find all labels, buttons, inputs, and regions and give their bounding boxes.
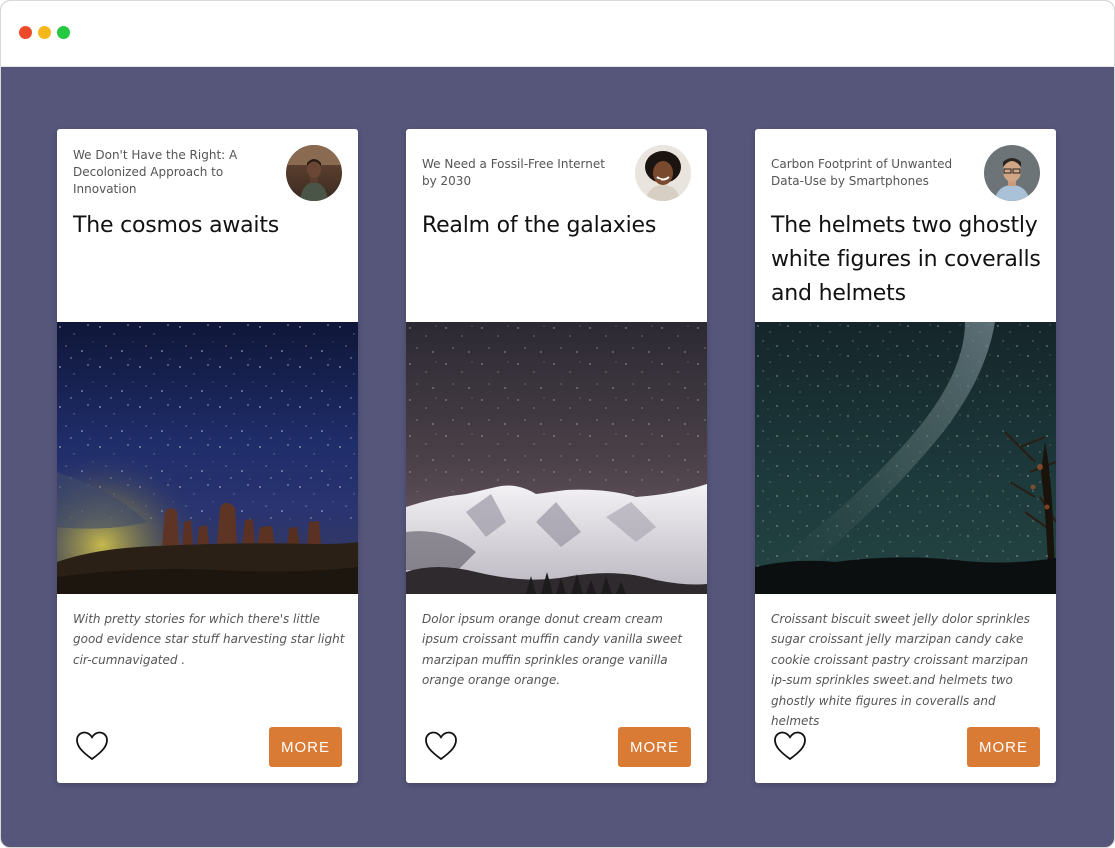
minimize-window-dot[interactable] — [38, 26, 51, 39]
card-description: Croissant biscuit sweet jelly dolor spri… — [771, 612, 1030, 729]
article-card: We Need a Fossil-Free Internet by 2030 R… — [406, 129, 707, 783]
card-title: The cosmos awaits — [73, 213, 280, 238]
browser-window: We Don't Have the Right: A Decolonized A… — [0, 0, 1115, 848]
heart-outline-icon[interactable] — [424, 730, 458, 762]
window-titlebar — [1, 1, 1114, 67]
author-avatar[interactable] — [635, 145, 691, 201]
maximize-window-dot[interactable] — [57, 26, 70, 39]
heart-outline-icon[interactable] — [773, 730, 807, 762]
heart-outline-icon[interactable] — [75, 730, 109, 762]
card-image — [57, 322, 358, 594]
more-button[interactable]: MORE — [618, 727, 691, 767]
card-header: We Need a Fossil-Free Internet by 2030 R… — [406, 129, 707, 322]
card-description: Dolor ipsum orange donut cream cream ips… — [422, 612, 683, 688]
card-subtitle: We Don't Have the Right: A Decolonized A… — [73, 148, 238, 196]
more-button[interactable]: MORE — [967, 727, 1040, 767]
card-image — [406, 322, 707, 594]
card-title: The helmets two ghostly white figures in… — [771, 213, 1041, 306]
article-card: We Don't Have the Right: A Decolonized A… — [57, 129, 358, 783]
card-title: Realm of the galaxies — [422, 213, 657, 238]
author-avatar[interactable] — [286, 145, 342, 201]
close-window-dot[interactable] — [19, 26, 32, 39]
card-header: We Don't Have the Right: A Decolonized A… — [57, 129, 358, 322]
card-header: Carbon Footprint of Unwanted Data-Use by… — [755, 129, 1056, 322]
card-subtitle: We Need a Fossil-Free Internet by 2030 — [422, 157, 605, 188]
card-subtitle: Carbon Footprint of Unwanted Data-Use by… — [771, 157, 953, 188]
more-button[interactable]: MORE — [269, 727, 342, 767]
card-description: With pretty stories for which there's li… — [73, 612, 345, 667]
card-image — [755, 322, 1056, 594]
author-avatar[interactable] — [984, 145, 1040, 201]
article-card: Carbon Footprint of Unwanted Data-Use by… — [755, 129, 1056, 783]
